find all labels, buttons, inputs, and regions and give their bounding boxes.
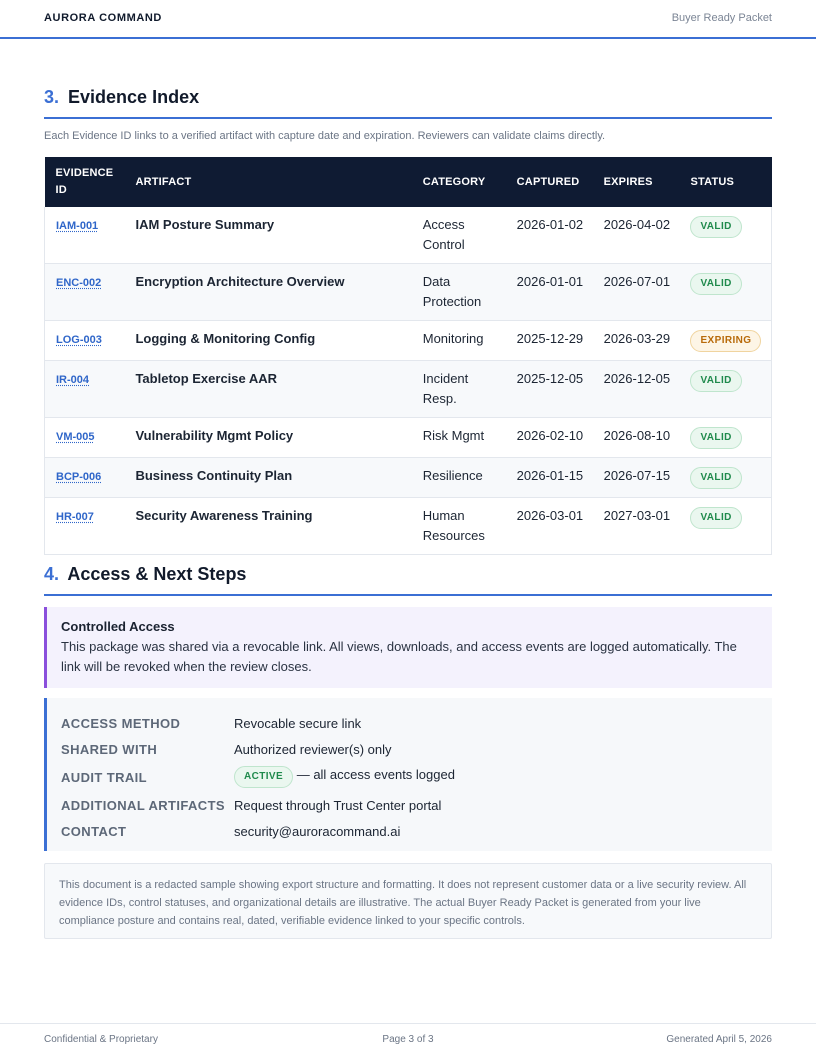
access-section-title: 4. Access & Next Steps	[44, 564, 772, 596]
captured-date: 2025-12-05	[505, 360, 593, 418]
shared-with-label: SHARED WITH	[61, 741, 158, 757]
shared-with-row: SHARED WITH Authorized reviewer(s) only	[47, 736, 772, 762]
page-header: AURORA COMMAND Buyer Ready Packet	[0, 0, 816, 39]
table-row: IR-004 Tabletop Exercise AAR Incident Re…	[44, 360, 772, 418]
evidence-id-link[interactable]: HR-007	[56, 511, 94, 523]
category: Access Control	[411, 207, 506, 264]
col-category: CATEGORY	[422, 175, 486, 188]
expires-date: 2026-07-15	[592, 457, 680, 498]
section-heading: Access & Next Steps	[67, 564, 247, 584]
expires-date: 2026-08-10	[592, 417, 680, 458]
footer-generated-date: Generated April 5, 2026	[666, 1034, 772, 1045]
status-badge: VALID	[690, 467, 742, 489]
artifact-name: Security Awareness Training	[124, 497, 412, 555]
artifact-name: Tabletop Exercise AAR	[124, 360, 412, 418]
col-captured: CAPTURED	[516, 175, 580, 188]
col-artifact: ARTIFACT	[135, 175, 192, 188]
category: Monitoring	[411, 320, 506, 361]
controlled-access-callout: Controlled Access This package was share…	[44, 607, 772, 688]
evidence-id-link[interactable]: BCP-006	[56, 471, 101, 483]
audit-trail-row: AUDIT TRAIL ACTIVE — all access events l…	[47, 762, 772, 792]
access-details: ACCESS METHOD Revocable secure link SHAR…	[44, 698, 772, 851]
status-badge: VALID	[690, 273, 742, 295]
table-row: BCP-006 Business Continuity Plan Resilie…	[44, 457, 772, 498]
callout-title: Controlled Access	[61, 619, 175, 634]
additional-artifacts-label: ADDITIONAL ARTIFACTS	[61, 797, 225, 813]
table-header-row: EVIDENCE ID ARTIFACT CATEGORY CAPTURED E…	[44, 157, 772, 207]
artifact-name: Vulnerability Mgmt Policy	[124, 417, 412, 458]
expires-date: 2026-03-29	[592, 320, 680, 361]
expires-date: 2026-12-05	[592, 360, 680, 418]
audit-trail-label: AUDIT TRAIL	[61, 769, 147, 785]
disclaimer: This document is a redacted sample showi…	[44, 863, 772, 939]
evidence-table: EVIDENCE ID ARTIFACT CATEGORY CAPTURED E…	[44, 157, 772, 555]
contact-label: CONTACT	[61, 823, 127, 839]
captured-date: 2026-03-01	[505, 497, 593, 555]
audit-trail-value-wrap: ACTIVE — all access events logged	[234, 766, 455, 788]
category: Risk Mgmt	[411, 417, 506, 458]
contact-row: CONTACT security@auroracommand.ai	[47, 818, 772, 844]
access-method-row: ACCESS METHOD Revocable secure link	[47, 710, 772, 736]
audit-status-badge: ACTIVE	[234, 766, 294, 788]
category: Human Resources	[411, 497, 506, 555]
captured-date: 2025-12-29	[505, 320, 593, 361]
page-footer: Confidential & Proprietary Page 3 of 3 G…	[0, 1023, 816, 1056]
captured-date: 2026-02-10	[505, 417, 593, 458]
evidence-intro: Each Evidence ID links to a verified art…	[44, 130, 606, 142]
captured-date: 2026-01-15	[505, 457, 593, 498]
artifact-name: IAM Posture Summary	[124, 207, 412, 264]
status-badge: VALID	[690, 427, 742, 449]
expires-date: 2026-04-02	[592, 207, 680, 264]
status-badge: VALID	[690, 216, 742, 238]
expires-date: 2026-07-01	[592, 263, 680, 321]
category: Incident Resp.	[411, 360, 506, 418]
col-evidence-id: EVIDENCE ID	[55, 167, 114, 196]
additional-artifacts-row: ADDITIONAL ARTIFACTS Request through Tru…	[47, 792, 772, 818]
artifact-name: Logging & Monitoring Config	[124, 320, 412, 361]
access-method-value: Revocable secure link	[234, 715, 362, 731]
evidence-id-link[interactable]: ENC-002	[56, 277, 101, 289]
contact-email[interactable]: security@auroracommand.ai	[234, 824, 400, 839]
section-heading: Evidence Index	[68, 87, 200, 107]
table-row: ENC-002 Encryption Architecture Overview…	[44, 263, 772, 321]
col-expires: EXPIRES	[603, 175, 653, 188]
access-method-label: ACCESS METHOD	[61, 715, 181, 731]
table-row: LOG-003 Logging & Monitoring Config Moni…	[44, 320, 772, 361]
category: Resilience	[411, 457, 506, 498]
expires-date: 2027-03-01	[592, 497, 680, 555]
audit-trail-value: — all access events logged	[296, 767, 455, 782]
section-number: 3.	[44, 87, 60, 107]
section-number: 4.	[44, 564, 60, 584]
evidence-section-title: 3. Evidence Index	[44, 87, 772, 119]
brand-name: AURORA COMMAND	[44, 12, 162, 24]
col-status: STATUS	[690, 175, 735, 188]
shared-with-value: Authorized reviewer(s) only	[234, 741, 392, 757]
captured-date: 2026-01-01	[505, 263, 593, 321]
evidence-id-link[interactable]: IR-004	[56, 374, 89, 386]
captured-date: 2026-01-02	[505, 207, 593, 264]
evidence-id-link[interactable]: VM-005	[56, 431, 95, 443]
evidence-id-link[interactable]: IAM-001	[56, 220, 98, 232]
status-badge: VALID	[690, 370, 742, 392]
status-badge: EXPIRING	[690, 330, 762, 352]
status-badge: VALID	[690, 507, 742, 529]
evidence-id-link[interactable]: LOG-003	[56, 334, 102, 346]
callout-body: This package was shared via a revocable …	[61, 639, 737, 674]
table-row: VM-005 Vulnerability Mgmt Policy Risk Mg…	[44, 417, 772, 458]
artifact-name: Encryption Architecture Overview	[124, 263, 412, 321]
table-row: IAM-001 IAM Posture Summary Access Contr…	[44, 207, 772, 264]
category: Data Protection	[411, 263, 506, 321]
artifact-name: Business Continuity Plan	[124, 457, 412, 498]
packet-title: Buyer Ready Packet	[671, 12, 772, 24]
additional-artifacts-value: Request through Trust Center portal	[234, 797, 442, 813]
table-row: HR-007 Security Awareness Training Human…	[44, 497, 772, 555]
